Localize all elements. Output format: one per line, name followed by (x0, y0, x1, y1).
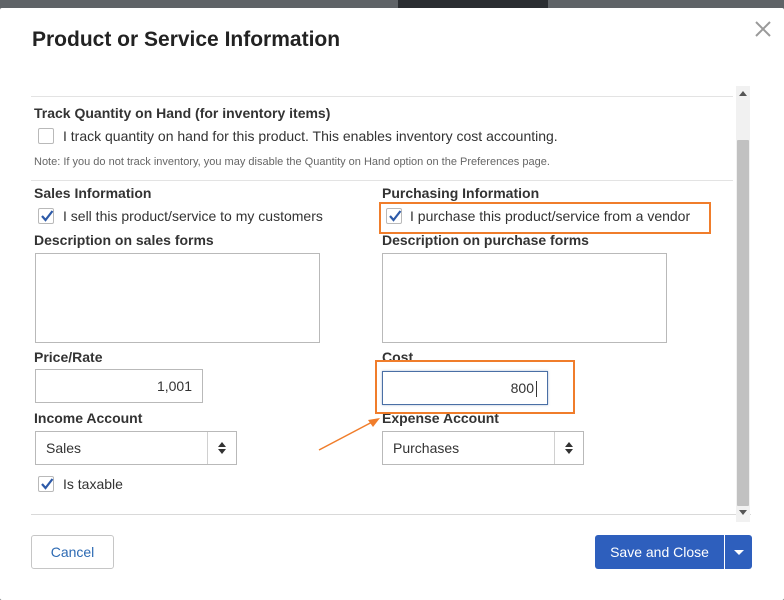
track-quantity-checkbox[interactable] (38, 128, 54, 144)
caret-down-icon (734, 550, 744, 555)
scroll-up-icon[interactable] (739, 91, 747, 96)
taxable-checkbox[interactable] (38, 476, 54, 492)
checkmark-icon (41, 478, 54, 490)
vertical-scrollbar[interactable] (736, 86, 750, 522)
expense-account-select[interactable]: Purchases (382, 431, 584, 465)
save-and-close-button[interactable]: Save and Close (595, 535, 724, 569)
taxable-label: Is taxable (63, 476, 123, 492)
price-input[interactable]: 1,001 (35, 369, 203, 403)
purchase-description-field[interactable] (382, 253, 667, 343)
income-account-select[interactable]: Sales (35, 431, 237, 465)
sell-label: I sell this product/service to my custom… (63, 208, 323, 224)
purchase-checkbox-highlight (379, 202, 711, 234)
product-service-dialog: Product or Service Information Track Qua… (0, 8, 784, 600)
purchasing-heading: Purchasing Information (382, 185, 540, 201)
scroll-down-icon[interactable] (739, 510, 747, 515)
income-account-value: Sales (46, 440, 82, 456)
annotation-arrow-icon (318, 418, 380, 451)
cancel-button[interactable]: Cancel (31, 535, 114, 569)
purchase-description-label: Description on purchase forms (382, 232, 589, 248)
sell-checkbox[interactable] (38, 208, 54, 224)
select-arrows-icon (554, 432, 583, 464)
income-account-label: Income Account (34, 410, 143, 426)
close-icon (755, 21, 771, 37)
price-label: Price/Rate (34, 349, 103, 365)
sales-heading: Sales Information (34, 185, 152, 201)
scroll-thumb[interactable] (737, 140, 749, 506)
inventory-note: Note: If you do not track inventory, you… (34, 156, 550, 168)
expense-account-value: Purchases (393, 440, 460, 456)
dialog-title: Product or Service Information (32, 28, 341, 51)
background-app-bar (398, 0, 548, 8)
save-options-dropdown[interactable] (725, 535, 752, 569)
sales-description-label: Description on sales forms (34, 232, 214, 248)
select-arrows-icon (207, 432, 236, 464)
divider (31, 96, 733, 97)
cost-field-highlight (375, 360, 575, 414)
close-button[interactable] (750, 16, 776, 42)
form-scroll-area[interactable]: Track Quantity on Hand (for inventory it… (31, 78, 751, 515)
sales-description-field[interactable] (35, 253, 320, 343)
checkmark-icon (41, 210, 54, 222)
inventory-heading: Track Quantity on Hand (for inventory it… (34, 105, 331, 121)
track-quantity-label: I track quantity on hand for this produc… (63, 128, 558, 144)
price-value: 1,001 (156, 378, 192, 394)
divider (31, 180, 733, 181)
